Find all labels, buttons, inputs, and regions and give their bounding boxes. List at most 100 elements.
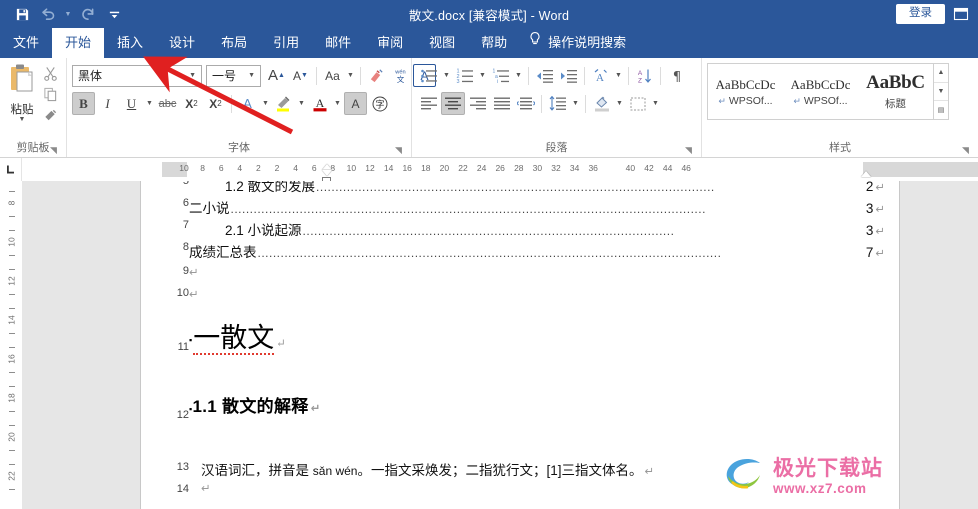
enclose-characters-button[interactable]: 字 <box>368 92 391 115</box>
numbering-button[interactable]: 123 <box>453 64 476 87</box>
numbering-dropdown-icon[interactable]: ▼ <box>477 64 488 87</box>
toc-text: 2.1 小说起源 <box>225 223 302 238</box>
asian-layout-dropdown-icon[interactable]: ▼ <box>613 64 624 87</box>
document-page[interactable]: 5 6 7 8 9 10 11 12 13 14 1.2 散文的发展 ..............… <box>140 181 900 509</box>
align-right-button[interactable] <box>466 92 489 115</box>
shading-button[interactable] <box>590 92 613 115</box>
italic-button[interactable]: I <box>96 92 119 115</box>
increase-indent-button[interactable] <box>557 64 580 87</box>
tab-stop-left-icon[interactable] <box>0 158 22 181</box>
styles-gallery-scrollbar[interactable]: ▲ ▼ ▤ <box>933 64 948 119</box>
tab-file[interactable]: 文件 <box>0 28 52 58</box>
font-color-button[interactable]: A <box>308 92 331 115</box>
superscript-button[interactable]: X2 <box>204 92 227 115</box>
heading-1[interactable]: ▪一散文 ↵ <box>189 323 286 355</box>
line-spacing-dropdown-icon[interactable]: ▼ <box>570 92 581 115</box>
align-center-button[interactable] <box>441 92 465 115</box>
shrink-font-button[interactable]: A ▼ <box>289 64 312 87</box>
borders-dropdown-icon[interactable]: ▼ <box>650 92 661 115</box>
font-dialog-launcher[interactable]: ◥ <box>393 145 404 156</box>
shading-dropdown-icon[interactable]: ▼ <box>614 92 625 115</box>
tab-review[interactable]: 审阅 <box>364 28 416 58</box>
styles-scroll-down-button[interactable]: ▼ <box>934 83 948 102</box>
line-spacing-button[interactable] <box>546 92 569 115</box>
ruler-tick: 44 <box>662 163 673 173</box>
text-effects-dropdown-icon[interactable]: ▼ <box>260 92 271 115</box>
format-painter-button[interactable] <box>39 105 61 125</box>
tab-insert[interactable]: 插入 <box>104 28 156 58</box>
body-paragraph[interactable]: 汉语词汇，拼音是 sǎn wén。一指文采焕发；二指犹行文；[1]三指文体名。 ↵ <box>201 459 654 479</box>
style-item-heading[interactable]: AaBbC 标题 <box>858 64 933 119</box>
clear-formatting-button[interactable] <box>365 64 388 87</box>
vertical-ruler[interactable]: 8 10 12 14 16 18 20 22 <box>0 181 22 509</box>
undo-button[interactable] <box>36 3 60 25</box>
styles-scroll-up-button[interactable]: ▲ <box>934 64 948 83</box>
distribute-button[interactable] <box>514 92 537 115</box>
underline-button[interactable]: U <box>120 92 143 115</box>
character-shading-button[interactable]: A <box>344 92 367 115</box>
ruler-tick: 42 <box>644 163 654 173</box>
tell-me-search[interactable]: 操作说明搜索 <box>520 28 639 58</box>
horizontal-ruler[interactable]: 10 8 6 4 2 2 4 6 8 10 12 14 16 18 20 22 24 26 28 30 32 34 36 40… <box>22 158 978 183</box>
show-formatting-marks-button[interactable]: ¶ <box>665 64 688 87</box>
bold-button[interactable]: B <box>72 92 95 115</box>
right-indent-marker[interactable] <box>861 171 871 177</box>
justify-button[interactable] <box>490 92 513 115</box>
toc-entry[interactable]: 2.1 小说起源 ...............................… <box>225 219 885 239</box>
paste-button[interactable]: 粘贴 ▼ <box>5 61 39 123</box>
tab-references[interactable]: 引用 <box>260 28 312 58</box>
toc-entry[interactable]: 1.2 散文的发展 ..............................… <box>225 181 885 195</box>
grow-font-button[interactable]: A ▲ <box>265 64 288 87</box>
underline-dropdown-icon[interactable]: ▼ <box>144 92 155 115</box>
asian-layout-button[interactable]: A <box>589 64 612 87</box>
hanging-indent-marker[interactable] <box>322 170 332 176</box>
multilevel-list-button[interactable]: 1ai <box>489 64 512 87</box>
copy-button[interactable] <box>39 84 61 104</box>
undo-dropdown-icon[interactable]: ▼ <box>62 3 74 25</box>
tab-mailings[interactable]: 邮件 <box>312 28 364 58</box>
tab-help[interactable]: 帮助 <box>468 28 520 58</box>
change-case-button[interactable]: Aa <box>321 64 344 87</box>
bullets-dropdown-icon[interactable]: ▼ <box>441 64 452 87</box>
cut-button[interactable] <box>39 63 61 83</box>
tab-view[interactable]: 视图 <box>416 28 468 58</box>
decrease-indent-button[interactable] <box>533 64 556 87</box>
text-highlight-color-button[interactable] <box>272 92 295 115</box>
font-name-input[interactable]: 黑体 ▼ <box>72 64 202 87</box>
ribbon-display-options-icon[interactable] <box>953 7 969 22</box>
customize-quick-access-toolbar-button[interactable] <box>102 3 126 25</box>
redo-button[interactable] <box>76 3 100 25</box>
save-button[interactable] <box>10 3 34 25</box>
document-scroll-area[interactable]: 5 6 7 8 9 10 11 12 13 14 1.2 散文的发展 ..............… <box>22 181 978 509</box>
toc-entry[interactable]: 二小说 ....................................… <box>189 197 885 217</box>
tab-layout[interactable]: 布局 <box>208 28 260 58</box>
font-size-input[interactable]: 一号 ▼ <box>206 64 261 87</box>
text-effects-button[interactable]: A <box>236 92 259 115</box>
styles-more-button[interactable]: ▤ <box>934 101 948 119</box>
subscript-button[interactable]: X2 <box>180 92 203 115</box>
styles-dialog-launcher[interactable]: ◥ <box>960 145 971 156</box>
bullets-button[interactable] <box>417 64 440 87</box>
multilevel-list-dropdown-icon[interactable]: ▼ <box>513 64 524 87</box>
ruler-dash <box>9 191 15 192</box>
phonetic-guide-button[interactable]: wén 文 <box>389 64 412 87</box>
paste-dropdown-icon[interactable]: ▼ <box>19 116 26 123</box>
tab-design[interactable]: 设计 <box>156 28 208 58</box>
strikethrough-button[interactable]: abc <box>156 92 179 115</box>
style-item-wpsoffice-2[interactable]: AaBbCcDc ↵ WPSOf... <box>783 64 858 119</box>
borders-button[interactable] <box>626 92 649 115</box>
text-highlight-dropdown-icon[interactable]: ▼ <box>296 92 307 115</box>
tab-home[interactable]: 开始 <box>52 28 105 58</box>
change-case-dropdown-icon[interactable]: ▼ <box>345 64 356 87</box>
style-preview: AaBbC <box>866 72 925 93</box>
sort-button[interactable]: AZ <box>633 64 656 87</box>
toc-entry[interactable]: 成绩汇总表 ..................................… <box>189 241 885 261</box>
paragraph-dialog-launcher[interactable]: ◥ <box>683 145 694 156</box>
font-color-dropdown-icon[interactable]: ▼ <box>332 92 343 115</box>
heading-2[interactable]: ▪1.1 散文的解释 ↵ <box>189 392 321 417</box>
align-left-button[interactable] <box>417 92 440 115</box>
clipboard-dialog-launcher[interactable]: ◥ <box>48 145 59 156</box>
heading-2-text: 1.1 散文的解释 <box>192 397 309 416</box>
style-item-wpsoffice-1[interactable]: AaBbCcDc ↵ WPSOf... <box>708 64 783 119</box>
sign-in-button[interactable]: 登录 <box>896 4 945 24</box>
